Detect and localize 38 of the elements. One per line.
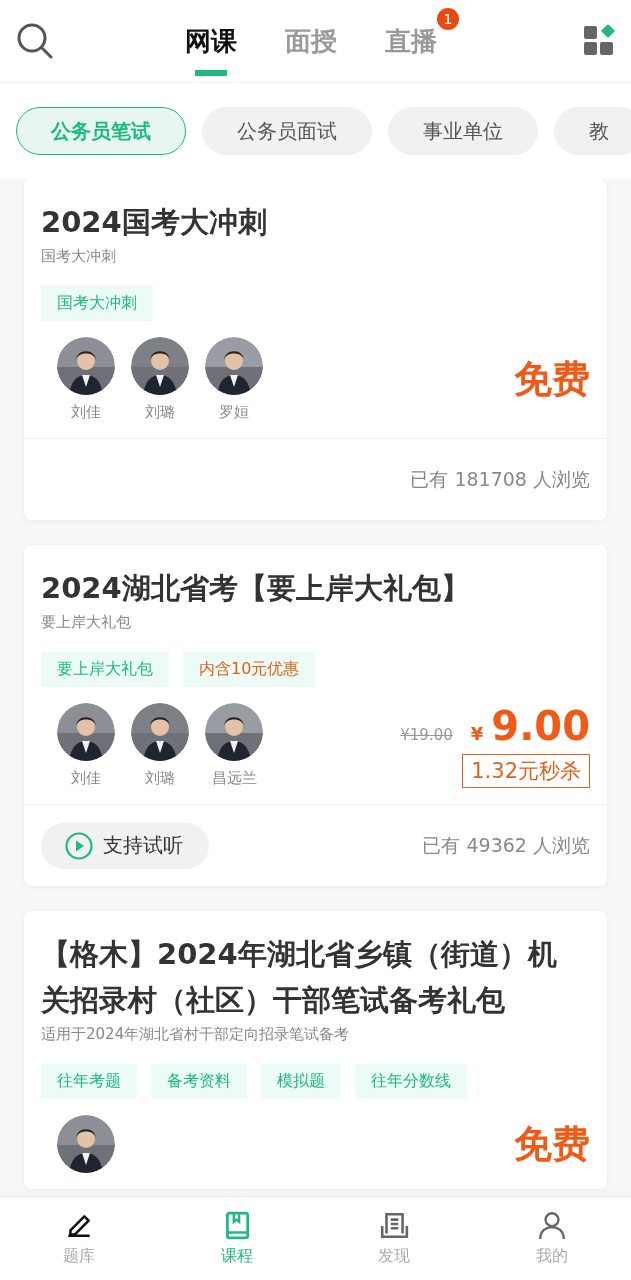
- original-price: ¥19.00: [400, 725, 453, 744]
- notification-badge: 1: [437, 8, 459, 30]
- price: 免费: [514, 356, 590, 403]
- course-subtitle: 要上岸大礼包: [41, 613, 132, 632]
- course-title[interactable]: 2024湖北省考【要上岸大礼包】: [41, 565, 590, 611]
- teacher-name: 罗姮: [219, 403, 249, 422]
- apps-icon[interactable]: [583, 25, 615, 57]
- person-icon: [537, 1210, 568, 1240]
- play-icon: [65, 831, 93, 860]
- trial-button[interactable]: 支持试听: [41, 822, 209, 869]
- teacher-name: 刘佳: [71, 769, 101, 788]
- nav-tab[interactable]: 网课: [185, 24, 237, 73]
- course-subtitle: 适用于2024年湖北省村干部定向招录笔试备考: [41, 1025, 351, 1044]
- search-icon[interactable]: [16, 22, 54, 60]
- course-title[interactable]: 【格木】2024年湖北省乡镇（街道）机关招录村（社区）干部笔试备考礼包: [41, 931, 590, 1023]
- course-tag: 模拟题: [261, 1064, 341, 1099]
- category-chip[interactable]: 公务员面试: [202, 107, 372, 155]
- teacher-name: 昌远兰: [211, 769, 257, 788]
- document-icon: [379, 1210, 410, 1240]
- price: 9.00: [491, 703, 590, 748]
- course-tag: 往年分数线: [355, 1064, 467, 1099]
- view-count: 已有 49362 人浏览: [422, 832, 590, 858]
- currency-sign: ¥: [470, 722, 484, 744]
- course-title[interactable]: 2024国考大冲刺: [41, 199, 590, 245]
- course-tag: 要上岸大礼包: [41, 652, 169, 687]
- course-tag: 备考资料: [151, 1064, 247, 1099]
- flash-sale-label: 1.32元秒杀: [462, 753, 590, 788]
- course-tag: 国考大冲刺: [41, 286, 153, 321]
- teacher-name: 刘璐: [145, 403, 175, 422]
- view-count: 已有 181708 人浏览: [410, 466, 590, 492]
- teacher-name: 刘璐: [145, 769, 175, 788]
- price: 免费: [514, 1120, 590, 1168]
- category-chip[interactable]: 事业单位: [388, 107, 538, 155]
- course-tag: 往年考题: [41, 1064, 137, 1099]
- course-tag: 内含10元优惠: [183, 652, 316, 687]
- category-chip[interactable]: 教: [554, 107, 631, 155]
- teacher-name: 刘佳: [71, 403, 101, 422]
- course-subtitle: 国考大冲刺: [41, 247, 117, 266]
